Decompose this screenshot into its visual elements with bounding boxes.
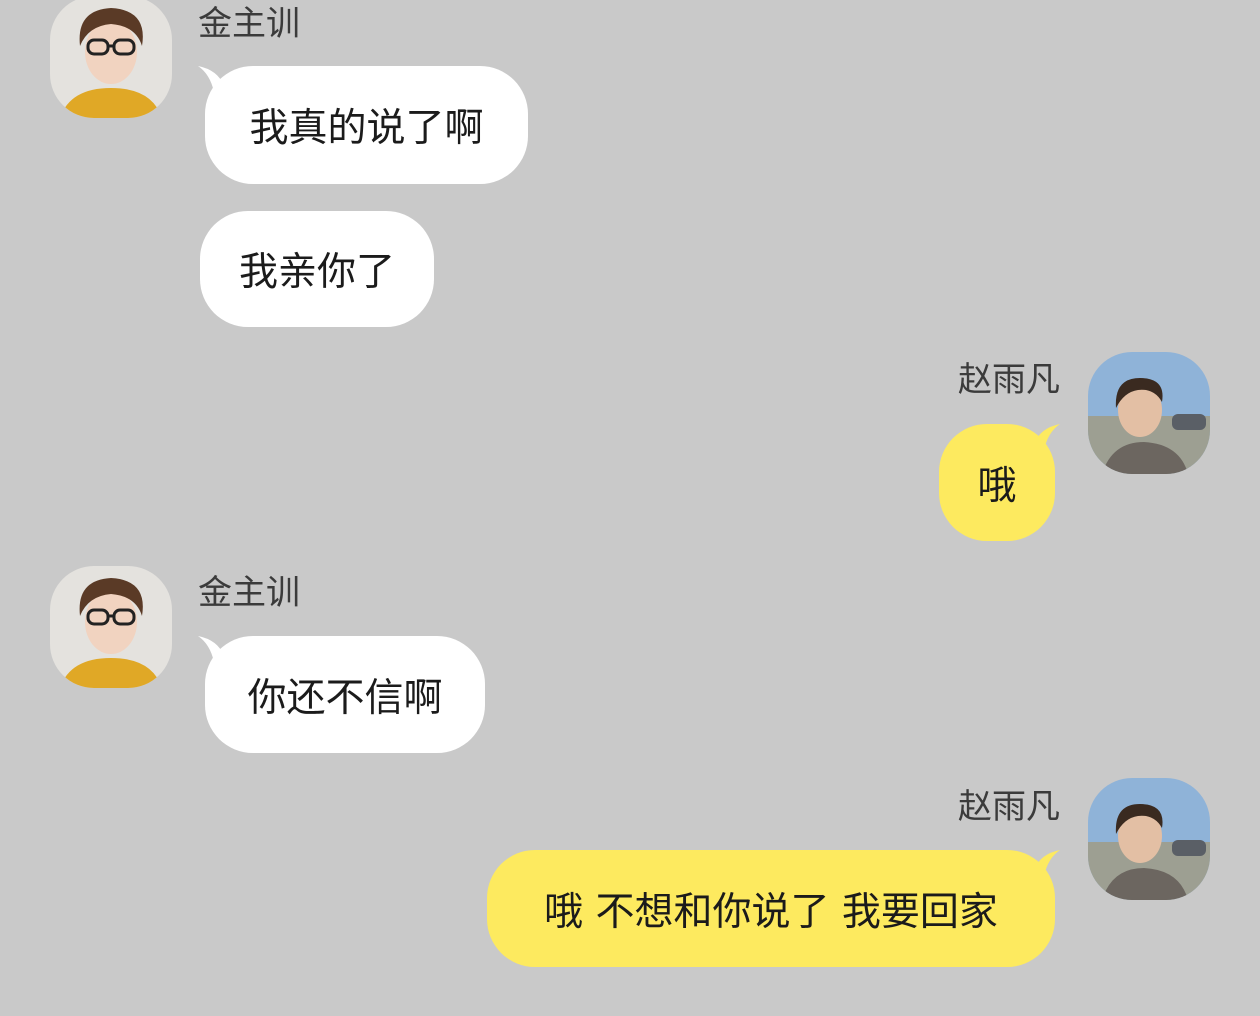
message-text: 哦 不想和你说了 我要回家 [544, 889, 998, 935]
sender-name: 赵雨凡 [958, 360, 1060, 400]
avatar-outdoor-person-icon [1088, 778, 1210, 900]
avatar-glasses-person-icon [50, 566, 172, 688]
chat-view: 金主训 我真的说了啊 我亲你了 赵雨凡 哦 金主训 你还不信啊 赵雨凡 哦 不想… [0, 0, 1260, 1016]
message-bubble[interactable]: 我亲你了 [200, 211, 434, 327]
message-bubble[interactable]: 你还不信啊 [205, 636, 485, 753]
message-text: 我真的说了啊 [249, 106, 484, 151]
sender-avatar-right[interactable] [1088, 778, 1210, 900]
message-text: 你还不信啊 [247, 675, 443, 721]
sender-name: 金主训 [198, 573, 300, 613]
message-bubble[interactable]: 我真的说了啊 [205, 66, 528, 184]
message-text: 哦 [977, 463, 1017, 509]
message-bubble[interactable]: 哦 不想和你说了 我要回家 [487, 850, 1055, 967]
message-bubble[interactable]: 哦 [939, 424, 1055, 541]
avatar-outdoor-person-icon [1088, 352, 1210, 474]
avatar-glasses-person-icon [50, 0, 172, 118]
sender-avatar-left[interactable] [50, 0, 172, 118]
sender-name: 金主训 [198, 4, 300, 44]
message-text: 我亲你了 [238, 250, 395, 295]
sender-name: 赵雨凡 [958, 787, 1060, 827]
sender-avatar-right[interactable] [1088, 352, 1210, 474]
sender-avatar-left[interactable] [50, 566, 172, 688]
